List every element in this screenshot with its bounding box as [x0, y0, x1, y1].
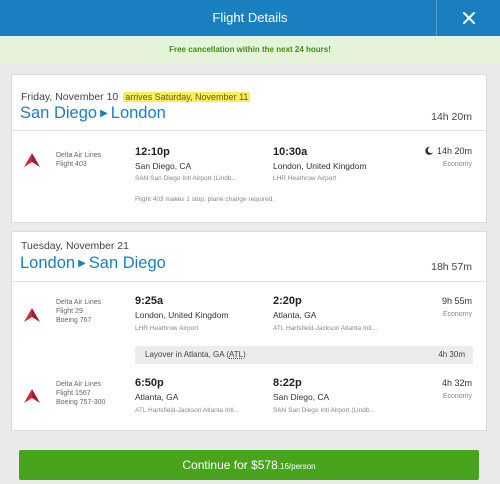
- triangle-right-icon: ▶: [78, 258, 86, 269]
- segment-airline: Delta Air Lines Flight 29 Boeing 767: [56, 299, 102, 324]
- moon-icon: [425, 146, 434, 157]
- triangle-right-icon: ▶: [100, 108, 108, 119]
- delta-logo-icon: [24, 389, 40, 403]
- segment-airline: Delta Air Lines Flight 1567 Boeing 757-3…: [56, 381, 106, 406]
- arrive-airport: ATL Hartsfield-Jackson Atlanta Intl...: [273, 325, 378, 332]
- depart-time: 6:50p: [135, 377, 164, 389]
- continue-button[interactable]: Continue for $578.16/person: [19, 450, 479, 480]
- return-card: Tuesday, November 21 London ▶ San Diego 18…: [11, 231, 487, 431]
- depart-place: San Diego, CA: [135, 161, 192, 171]
- depart-airport: ATL Hartsfield-Jackson Atlanta Intl...: [135, 407, 240, 414]
- depart-place: London, United Kingdom: [135, 310, 229, 320]
- layover-duration: 4h 30m: [438, 350, 465, 359]
- cabin-class: Economy: [442, 311, 472, 318]
- arrive-time: 10:30a: [273, 146, 308, 158]
- divider: [12, 281, 486, 282]
- stop-note: Flight 403 makes 1 stop, plane change re…: [135, 196, 275, 203]
- segment-airline: Delta Air Lines Flight 403: [56, 152, 102, 168]
- depart-airport: LHR Heathrow Airport: [135, 325, 199, 332]
- arrive-time: 8:22p: [273, 377, 302, 389]
- layover-airport-code[interactable]: ATL: [229, 350, 243, 359]
- return-date: Tuesday, November 21: [21, 240, 129, 252]
- arrive-airport: LHR Heathrow Airport: [273, 175, 337, 182]
- arrive-time: 2:20p: [273, 295, 302, 307]
- arrival-note: arrives Saturday, November 11: [123, 92, 251, 102]
- page-title: Flight Details: [212, 10, 288, 25]
- cancellation-banner: Free cancellation within the next 24 hou…: [0, 36, 500, 63]
- return-origin: London: [20, 254, 76, 272]
- return-route: London ▶ San Diego: [20, 254, 166, 273]
- arrive-place: San Diego, CA: [273, 392, 330, 402]
- delta-logo-icon: [24, 308, 40, 322]
- close-button[interactable]: [436, 0, 500, 36]
- depart-time: 12:10p: [135, 146, 170, 158]
- depart-place: Atlanta, GA: [135, 392, 179, 402]
- divider: [12, 130, 486, 131]
- delta-logo-icon: [24, 153, 40, 167]
- arrive-place: Atlanta, GA: [273, 310, 317, 320]
- arrive-place: London, United Kingdom: [273, 161, 367, 171]
- header-bar: Flight Details: [0, 0, 500, 36]
- layover-label: Layover in Atlanta, GA (ATL): [145, 350, 246, 359]
- segment-duration: 4h 32m: [441, 378, 472, 388]
- segment-duration: 9h 55m: [441, 296, 472, 306]
- outbound-card: Friday, November 10 arrives Saturday, No…: [11, 74, 487, 223]
- outbound-origin: San Diego: [20, 104, 98, 122]
- cabin-class: Economy: [442, 393, 472, 400]
- outbound-route: San Diego ▶ London: [20, 104, 166, 123]
- close-icon: [462, 12, 475, 24]
- layover-row: Layover in Atlanta, GA (ATL) 4h 30m: [135, 346, 473, 364]
- outbound-date: Friday, November 10: [21, 91, 119, 103]
- outbound-destination: London: [110, 104, 166, 122]
- outbound-date-line: Friday, November 10 arrives Saturday, No…: [21, 91, 251, 103]
- segment-duration: 14h 20m: [425, 146, 472, 157]
- outbound-total-duration: 14h 20m: [431, 111, 472, 123]
- continue-label: Continue for $578.16/person: [182, 458, 316, 472]
- return-total-duration: 18h 57m: [431, 261, 472, 273]
- arrive-airport: SAN San Diego Intl Airport (Lindb...: [273, 407, 375, 414]
- depart-airport: SAN San Diego Intl Airport (Lindb...: [135, 175, 237, 182]
- return-destination: San Diego: [88, 254, 166, 272]
- depart-time: 9:25a: [135, 295, 164, 307]
- cabin-class: Economy: [442, 161, 472, 168]
